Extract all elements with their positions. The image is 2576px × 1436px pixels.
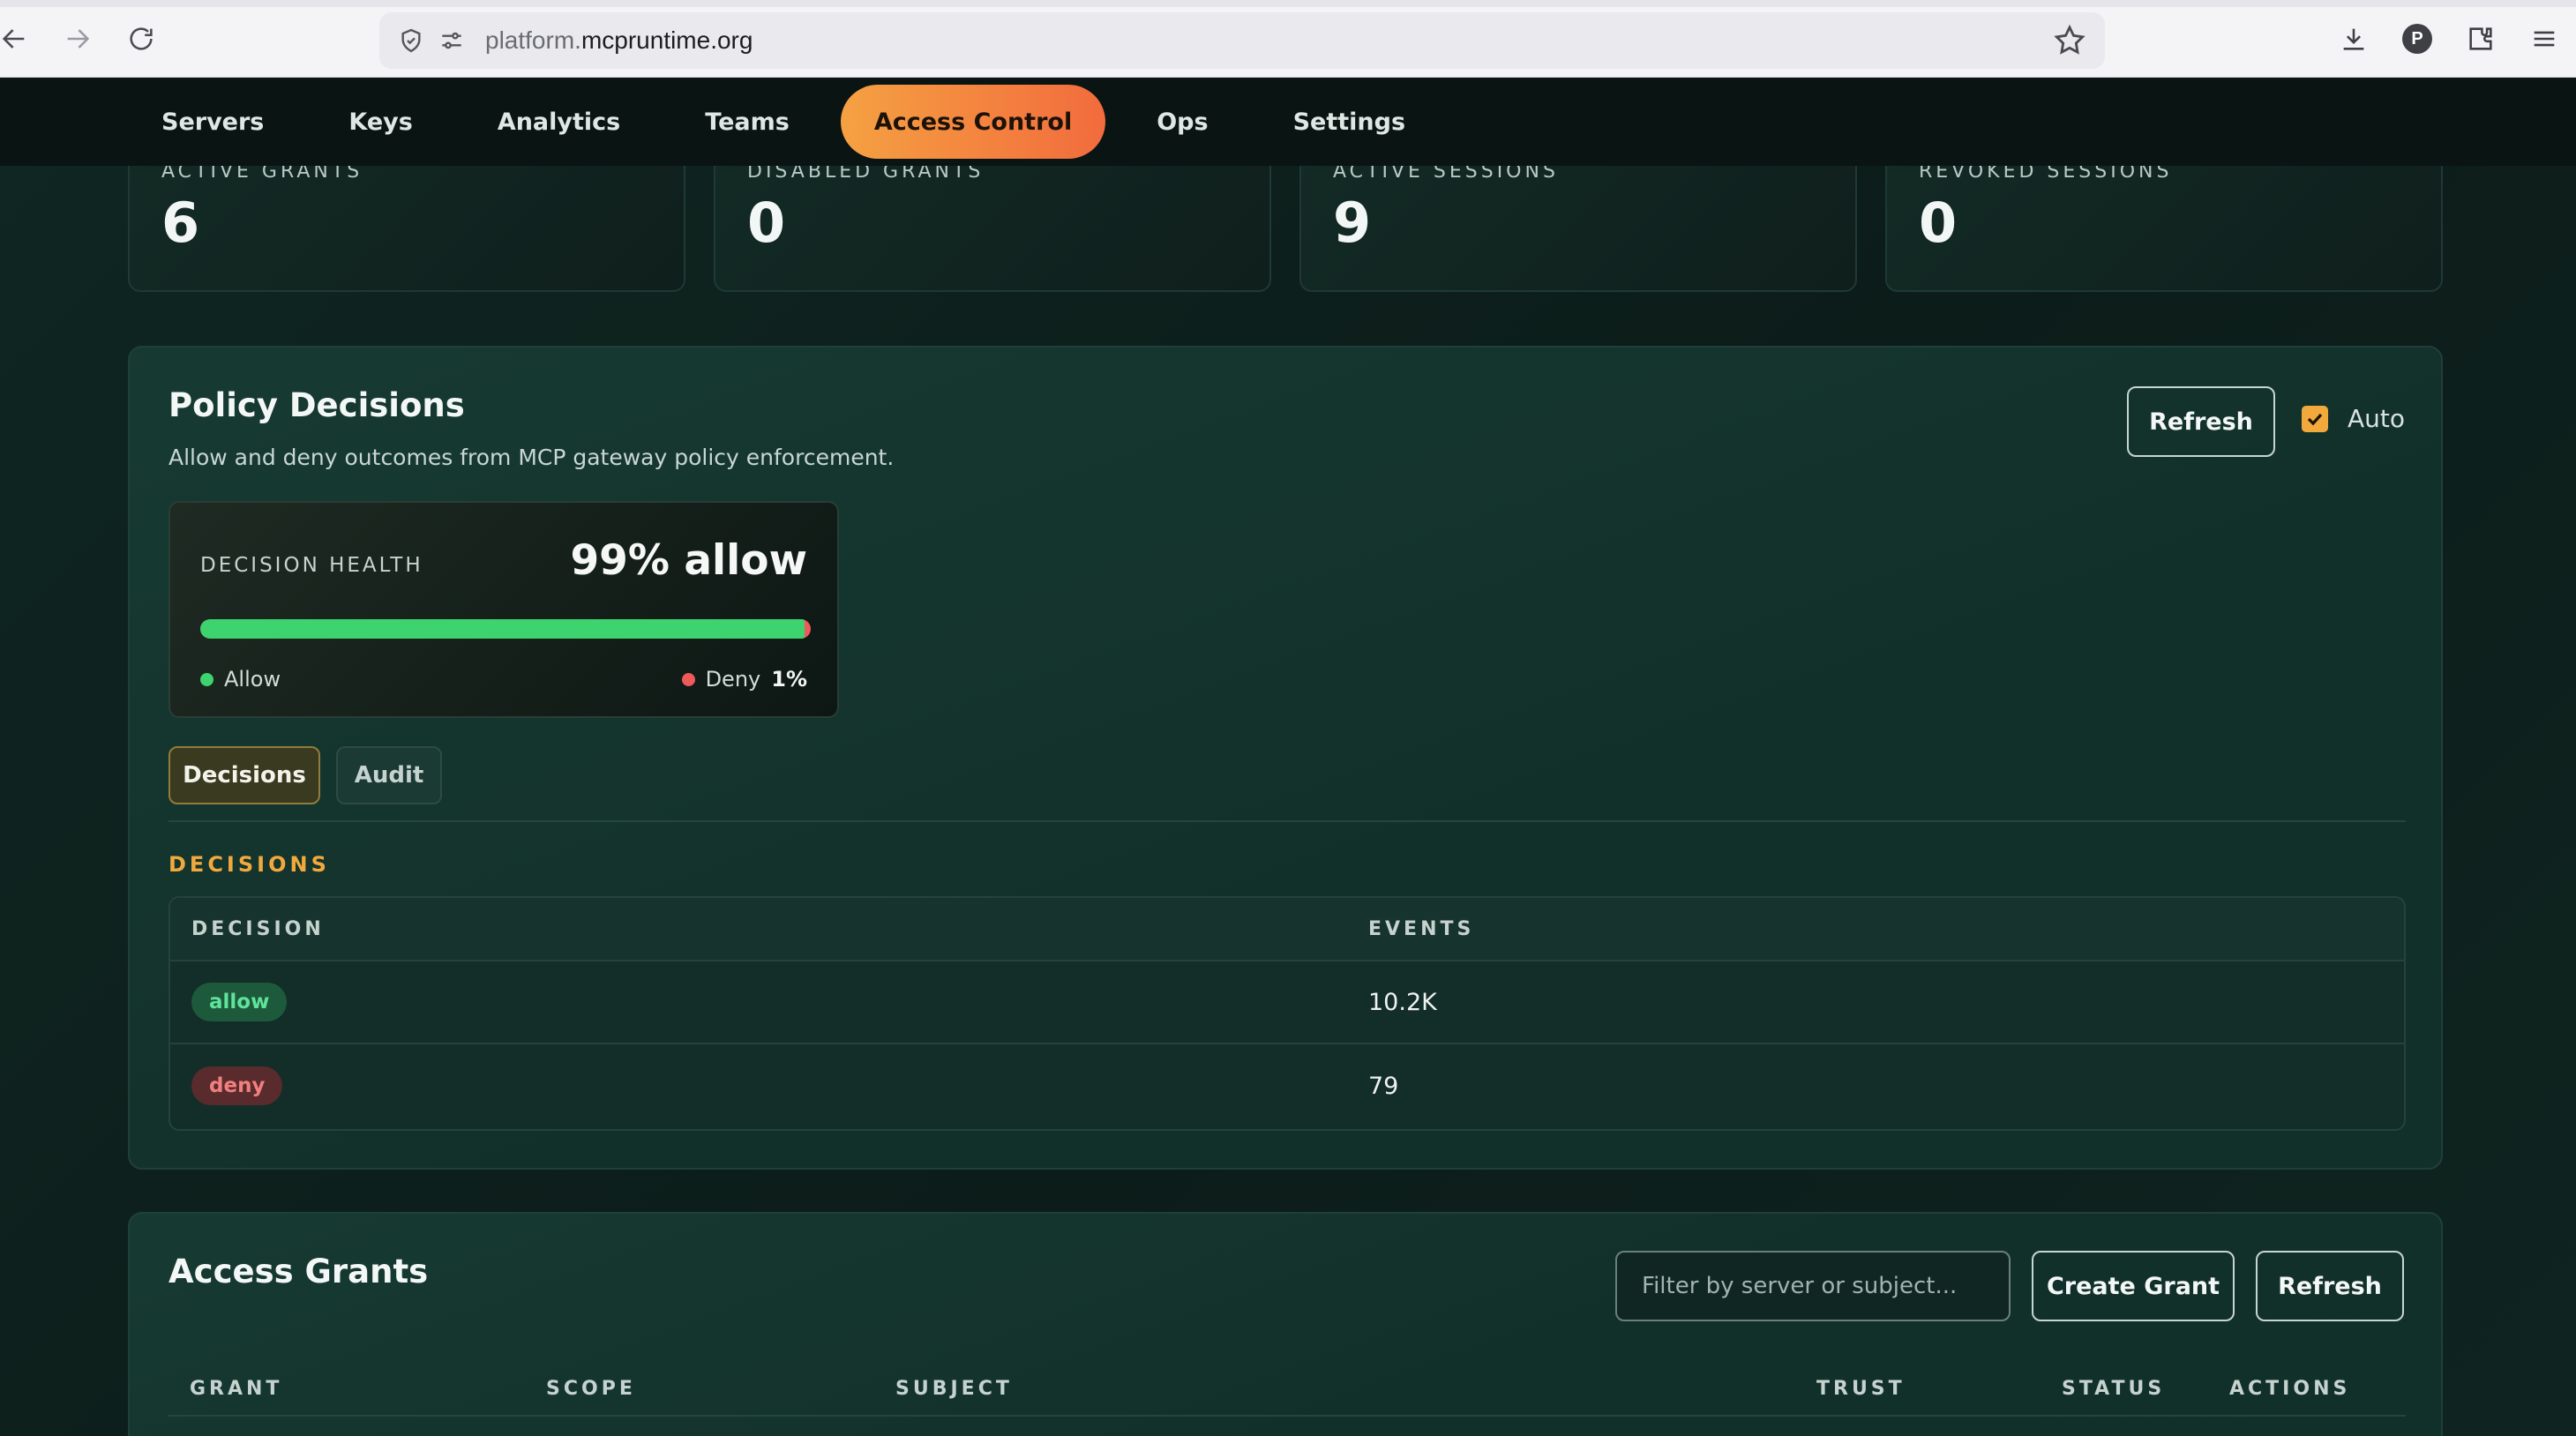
- column-status: STATUS: [2062, 1378, 2166, 1400]
- url-text[interactable]: platform.mcpruntime.org: [485, 26, 753, 55]
- main-nav: Servers Keys Analytics Teams Access Cont…: [0, 78, 2576, 166]
- decisions-table: DECISION EVENTS allow 10.2K deny 79: [168, 896, 2406, 1131]
- column-trust: TRUST: [1816, 1378, 1906, 1400]
- nav-access-control[interactable]: Access Control: [840, 85, 1106, 159]
- column-grant: GRANT: [190, 1378, 283, 1400]
- refresh-grants-button[interactable]: Refresh: [2256, 1251, 2404, 1321]
- nav-settings[interactable]: Settings: [1260, 85, 1439, 159]
- health-value: 99% allow: [570, 536, 807, 585]
- url-prefix: platform.: [485, 26, 581, 54]
- url-domain: mcpruntime.org: [580, 26, 753, 54]
- profile-avatar[interactable]: P: [2385, 19, 2449, 58]
- stat-card-disabled-grants: DISABLED GRANTS 0: [714, 148, 1271, 292]
- table-row: deny 79: [170, 1044, 2404, 1127]
- column-subject: SUBJECT: [895, 1378, 1013, 1400]
- create-grant-button[interactable]: Create Grant: [2032, 1251, 2235, 1321]
- table-header: DECISION EVENTS: [170, 898, 2404, 961]
- events-cell: 10.2K: [1368, 988, 1437, 1016]
- status-badge-allow: allow: [191, 983, 288, 1021]
- decision-cell: allow: [170, 983, 1368, 1021]
- auto-toggle[interactable]: Auto: [2302, 404, 2405, 433]
- grants-table-header: GRANT SCOPE SUBJECT TRUST STATUS ACTIONS: [168, 1364, 2406, 1417]
- column-decision: DECISION: [191, 917, 325, 940]
- reload-icon[interactable]: [122, 19, 161, 58]
- legend-deny: Deny 1%: [681, 667, 807, 692]
- back-icon[interactable]: [0, 19, 34, 58]
- health-label: DECISION HEALTH: [200, 554, 423, 577]
- stat-value: 0: [747, 191, 786, 255]
- nav-keys[interactable]: Keys: [315, 85, 446, 159]
- tab-decisions[interactable]: Decisions: [168, 746, 320, 804]
- table-row: allow 10.2K: [170, 961, 2404, 1044]
- site-settings-icon[interactable]: [434, 23, 469, 58]
- panel-title: Policy Decisions: [168, 386, 465, 424]
- download-icon[interactable]: [2322, 19, 2385, 58]
- stat-value: 6: [161, 191, 200, 255]
- allow-deny-bar: [200, 619, 811, 639]
- deny-dot-icon: [681, 672, 695, 686]
- column-actions: ACTIONS: [2229, 1378, 2351, 1400]
- panel-title: Access Grants: [168, 1253, 429, 1290]
- stat-value: 0: [1919, 191, 1958, 255]
- legend-allow: Allow: [200, 667, 281, 692]
- menu-icon[interactable]: [2512, 19, 2576, 58]
- nav-teams[interactable]: Teams: [671, 85, 823, 159]
- auto-checkbox[interactable]: [2302, 405, 2328, 432]
- stat-cards: ACTIVE GRANTS 6 DISABLED GRANTS 0 ACTIVE…: [128, 148, 2443, 292]
- allow-fill: [200, 619, 805, 639]
- app-root: ACTIVE GRANTS 6 DISABLED GRANTS 0 ACTIVE…: [0, 78, 2576, 1436]
- events-cell: 79: [1368, 1072, 1399, 1100]
- legend-allow-label: Allow: [224, 667, 281, 692]
- column-scope: SCOPE: [546, 1378, 636, 1400]
- legend-deny-label: Deny: [705, 667, 761, 692]
- auto-label: Auto: [2348, 404, 2406, 433]
- tab-strip-edge: [0, 0, 2576, 7]
- status-badge-deny: deny: [191, 1066, 283, 1105]
- forward-icon[interactable]: [58, 19, 97, 58]
- bookmark-star-icon[interactable]: [2052, 23, 2087, 58]
- check-icon: [2307, 413, 2323, 425]
- stat-card-revoked-sessions: REVOKED SESSIONS 0: [1885, 148, 2443, 292]
- browser-toolbar: platform.mcpruntime.org P: [0, 0, 2576, 78]
- filter-input[interactable]: [1615, 1251, 2011, 1321]
- refresh-button[interactable]: Refresh: [2127, 386, 2275, 457]
- nav-servers[interactable]: Servers: [128, 85, 297, 159]
- address-bar[interactable]: platform.mcpruntime.org: [379, 12, 2105, 69]
- nav-analytics[interactable]: Analytics: [464, 85, 654, 159]
- decision-cell: deny: [170, 1066, 1368, 1105]
- deny-percent: 1%: [771, 667, 807, 692]
- section-label: DECISIONS: [168, 852, 330, 877]
- column-events: EVENTS: [1368, 917, 1475, 940]
- policy-decisions-panel: Policy Decisions Allow and deny outcomes…: [128, 346, 2443, 1170]
- nav-ops[interactable]: Ops: [1123, 85, 1241, 159]
- decision-health-card: DECISION HEALTH 99% allow Allow Deny 1%: [168, 501, 839, 718]
- tab-audit[interactable]: Audit: [336, 746, 442, 804]
- browser-tools: P: [2322, 19, 2576, 58]
- access-grants-panel: Access Grants Create Grant Refresh GRANT…: [128, 1212, 2443, 1436]
- stat-card-active-sessions: ACTIVE SESSIONS 9: [1299, 148, 1857, 292]
- stat-value: 9: [1333, 191, 1372, 255]
- tabs-divider: [168, 820, 2406, 822]
- extensions-icon[interactable]: [2449, 19, 2512, 58]
- stat-card-active-grants: ACTIVE GRANTS 6: [128, 148, 685, 292]
- shield-icon[interactable]: [393, 23, 429, 58]
- allow-dot-icon: [200, 672, 213, 686]
- profile-initial: P: [2402, 24, 2432, 54]
- panel-subtitle: Allow and deny outcomes from MCP gateway…: [168, 445, 895, 470]
